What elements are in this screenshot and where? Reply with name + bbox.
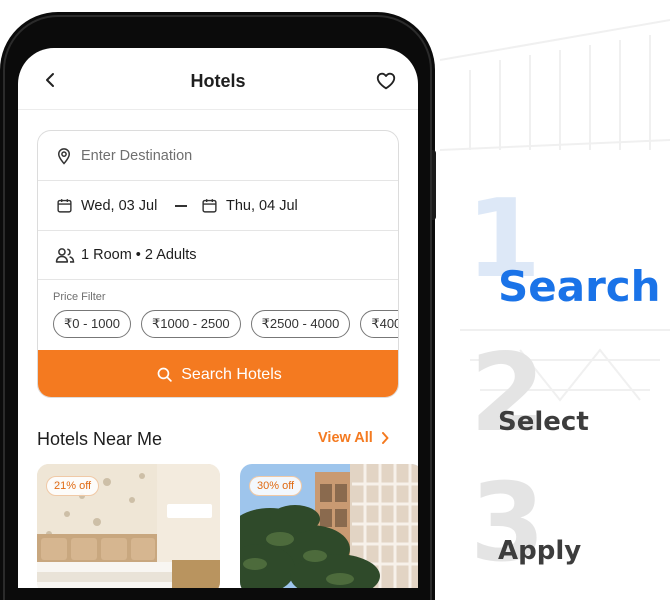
- check-out-date[interactable]: Thu, 04 Jul: [226, 198, 298, 214]
- hotel-card[interactable]: 21% off: [37, 464, 220, 588]
- rooms-guests-value: 1 Room • 2 Adults: [81, 247, 197, 263]
- location-pin-icon: [57, 148, 71, 165]
- search-button-label: Search Hotels: [181, 365, 282, 383]
- view-all-label: View All: [318, 430, 373, 446]
- date-separator: [175, 205, 187, 207]
- date-range-field[interactable]: Wed, 03 Jul Thu, 04 Jul: [38, 181, 398, 231]
- app-header: Hotels: [18, 48, 418, 110]
- calendar-icon: [57, 199, 72, 213]
- view-all-link[interactable]: View All: [318, 430, 389, 446]
- step-label-search: Search: [498, 262, 661, 311]
- heart-icon: [376, 72, 396, 90]
- favorite-button[interactable]: [375, 70, 397, 92]
- price-filter-label: Price Filter: [53, 291, 106, 303]
- app-screen: Hotels Enter Destination Wed, 03 Jul Thu…: [18, 48, 418, 588]
- search-icon: [157, 367, 172, 382]
- price-chip[interactable]: ₹0 - 1000: [53, 310, 131, 338]
- price-chip-list: ₹0 - 1000 ₹1000 - 2500 ₹2500 - 4000 ₹400…: [53, 310, 398, 338]
- price-chip[interactable]: ₹2500 - 4000: [250, 310, 351, 338]
- step-label-apply: Apply: [498, 536, 582, 566]
- search-hotels-button[interactable]: Search Hotels: [38, 350, 398, 397]
- guests-icon: [55, 248, 75, 263]
- page-title: Hotels: [190, 71, 246, 91]
- destination-placeholder: Enter Destination: [81, 148, 193, 164]
- hotel-card[interactable]: 30% off: [240, 464, 418, 588]
- rooms-guests-field[interactable]: 1 Room • 2 Adults: [38, 231, 398, 280]
- step-label-select: Select: [498, 407, 589, 437]
- destination-field[interactable]: Enter Destination: [38, 131, 398, 181]
- discount-badge: 30% off: [249, 476, 303, 496]
- chevron-right-icon: [381, 432, 389, 444]
- price-chip[interactable]: ₹1000 - 2500: [140, 310, 241, 338]
- section-title: Hotels Near Me: [37, 429, 163, 449]
- calendar-icon: [202, 199, 217, 213]
- search-form-card: Enter Destination Wed, 03 Jul Thu, 04 Ju…: [37, 130, 399, 398]
- phone-side-button: [432, 150, 436, 220]
- price-filter-section: Price Filter ₹0 - 1000 ₹1000 - 2500 ₹250…: [38, 280, 398, 350]
- check-in-date[interactable]: Wed, 03 Jul: [81, 198, 157, 214]
- discount-badge: 21% off: [46, 476, 100, 496]
- price-chip[interactable]: ₹4000 - 6000: [360, 310, 398, 338]
